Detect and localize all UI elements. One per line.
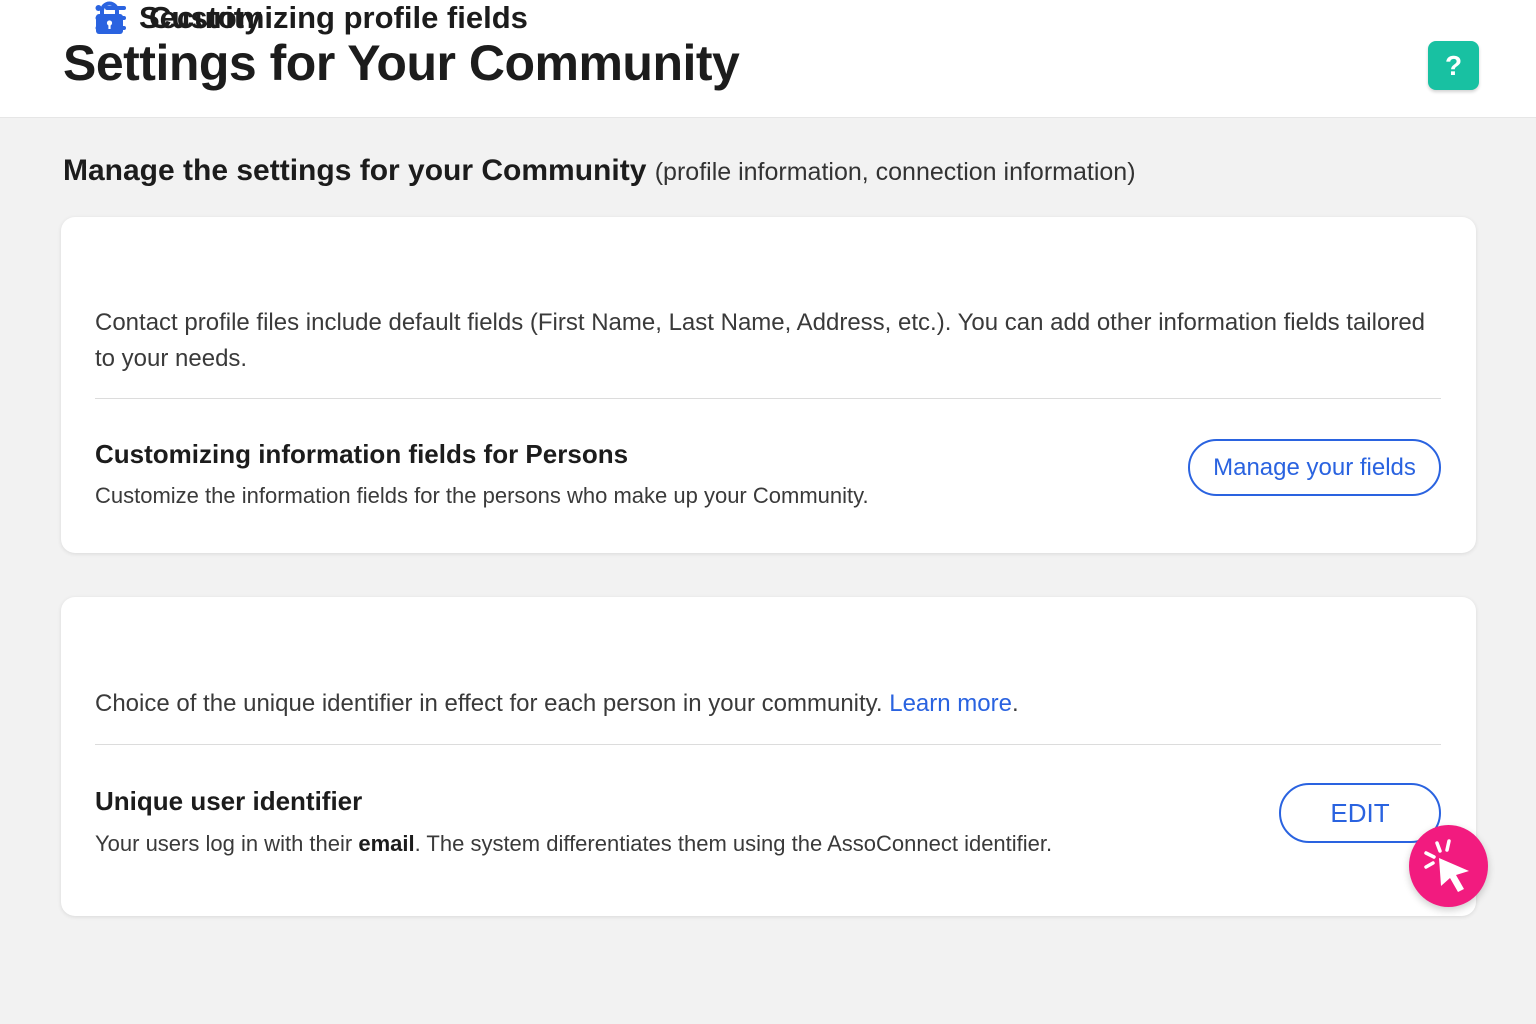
security-card-divider: [95, 744, 1441, 745]
help-button[interactable]: ?: [1428, 41, 1479, 90]
unique-identifier-description: Your users log in with their email. The …: [95, 831, 1052, 857]
learn-more-link[interactable]: Learn more: [889, 690, 1012, 717]
identifier-text-after: . The system differentiates them using t…: [414, 831, 1053, 856]
manage-fields-button[interactable]: Manage your fields: [1188, 439, 1441, 496]
identifier-text-before: Your users log in with their: [95, 831, 359, 856]
security-card-header: Security: [95, 0, 261, 36]
persons-fields-title: Customizing information fields for Perso…: [95, 439, 629, 469]
profile-card-divider: [95, 398, 1441, 399]
security-description-end: .: [1011, 690, 1019, 717]
security-card-title: Security: [139, 0, 262, 35]
intro-light: (profile information, connection informa…: [654, 158, 1136, 186]
persons-fields-description: Customize the information fields for the…: [95, 483, 869, 508]
intro-strong: Manage the settings for your Community: [63, 154, 647, 187]
page-intro: Manage the settings for your Community (…: [63, 154, 1136, 188]
click-cursor-icon: [1409, 825, 1488, 907]
lock-icon: [95, 1, 124, 35]
security-card-description: Choice of the unique identifier in effec…: [95, 686, 1425, 722]
identifier-email: email: [358, 831, 415, 856]
security-card: [61, 597, 1476, 916]
security-description-text: Choice of the unique identifier in effec…: [95, 690, 890, 717]
unique-identifier-title: Unique user identifier: [95, 786, 363, 816]
help-icon: ?: [1444, 50, 1463, 81]
page-title: Settings for Your Community: [63, 35, 740, 91]
profile-card-description: Contact profile files include default fi…: [95, 309, 1426, 372]
